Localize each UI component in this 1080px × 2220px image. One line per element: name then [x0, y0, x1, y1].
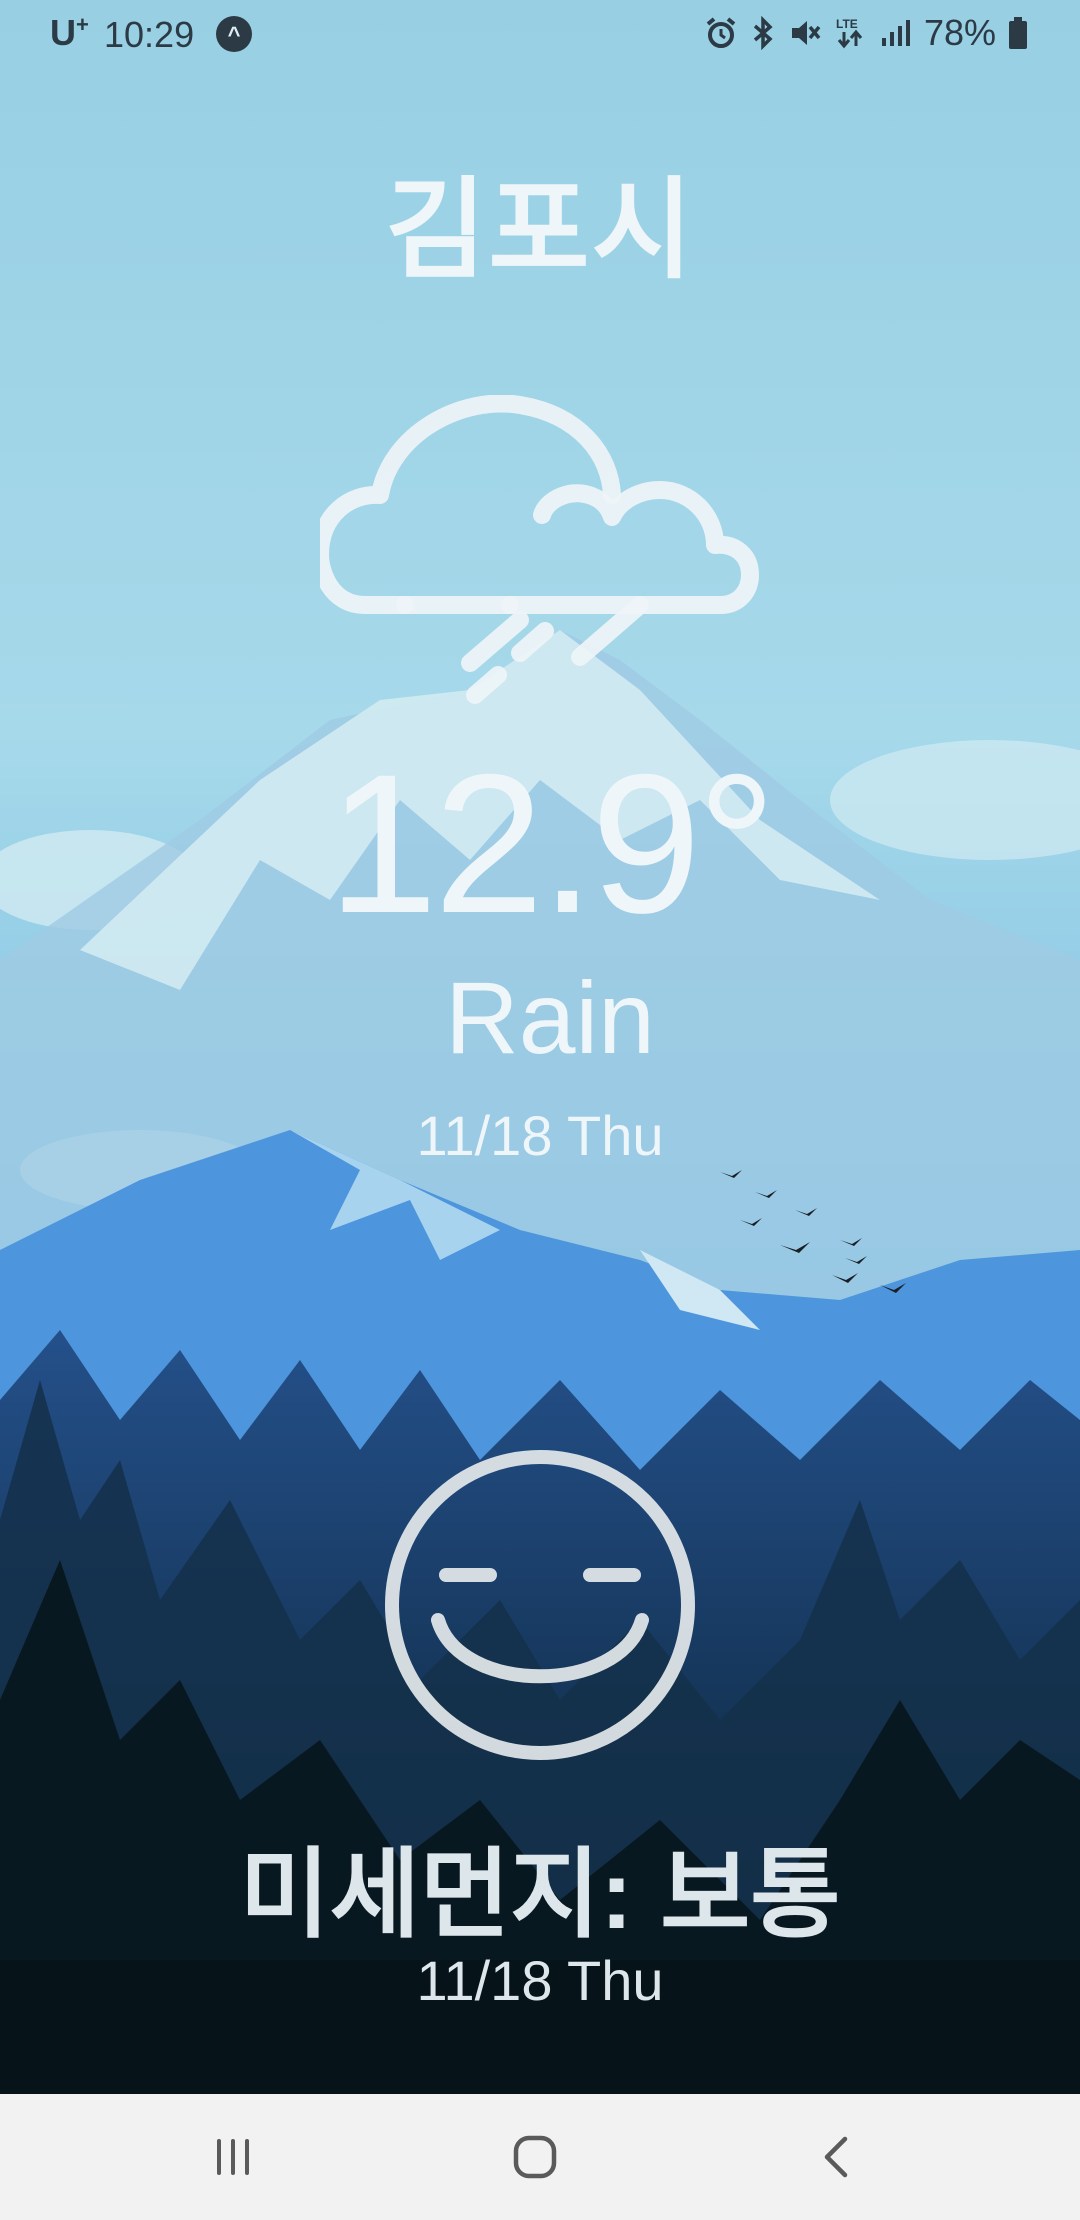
status-icons: LTE 78%: [704, 12, 1028, 54]
battery-icon: [1009, 17, 1027, 49]
status-time: 10:29: [104, 14, 195, 55]
temperature-value: 12.9°: [327, 733, 777, 954]
back-icon: [824, 2136, 848, 2178]
city-name: 김포시: [385, 169, 695, 292]
bluetooth-icon: [753, 16, 773, 50]
home-icon: [513, 2135, 557, 2179]
signal-icon: [881, 20, 910, 46]
smiley-face-icon: [385, 1450, 695, 1760]
back-button[interactable]: [757, 2094, 917, 2220]
status-bar: U+ 10:29 ^ LTE 78%: [0, 0, 1080, 68]
recent-apps-icon: [217, 2139, 249, 2175]
system-navigation-bar: [0, 2094, 1080, 2220]
weather-condition: Rain: [445, 961, 655, 1075]
weather-date: 11/18 Thu: [416, 1104, 664, 1167]
fine-dust-date: 11/18 Thu: [416, 1949, 664, 2012]
carrier-label: U+: [50, 12, 89, 53]
home-button[interactable]: [455, 2094, 615, 2220]
weather-app: U+ 10:29 ^ LTE 78% 김포시 12.9° Rain 11/18 …: [0, 0, 1080, 2220]
recent-apps-button[interactable]: [153, 2094, 313, 2220]
fine-dust-status: 미세먼지: 보통: [239, 1839, 841, 1949]
cloud-rain-icon: [320, 395, 759, 704]
navigation-arrow-icon: ^: [216, 16, 252, 52]
mute-icon: [791, 21, 821, 45]
alarm-icon: [706, 17, 736, 48]
svg-text:LTE: LTE: [836, 17, 858, 31]
battery-percentage: 78%: [923, 12, 996, 53]
lte-icon: LTE: [836, 17, 863, 49]
